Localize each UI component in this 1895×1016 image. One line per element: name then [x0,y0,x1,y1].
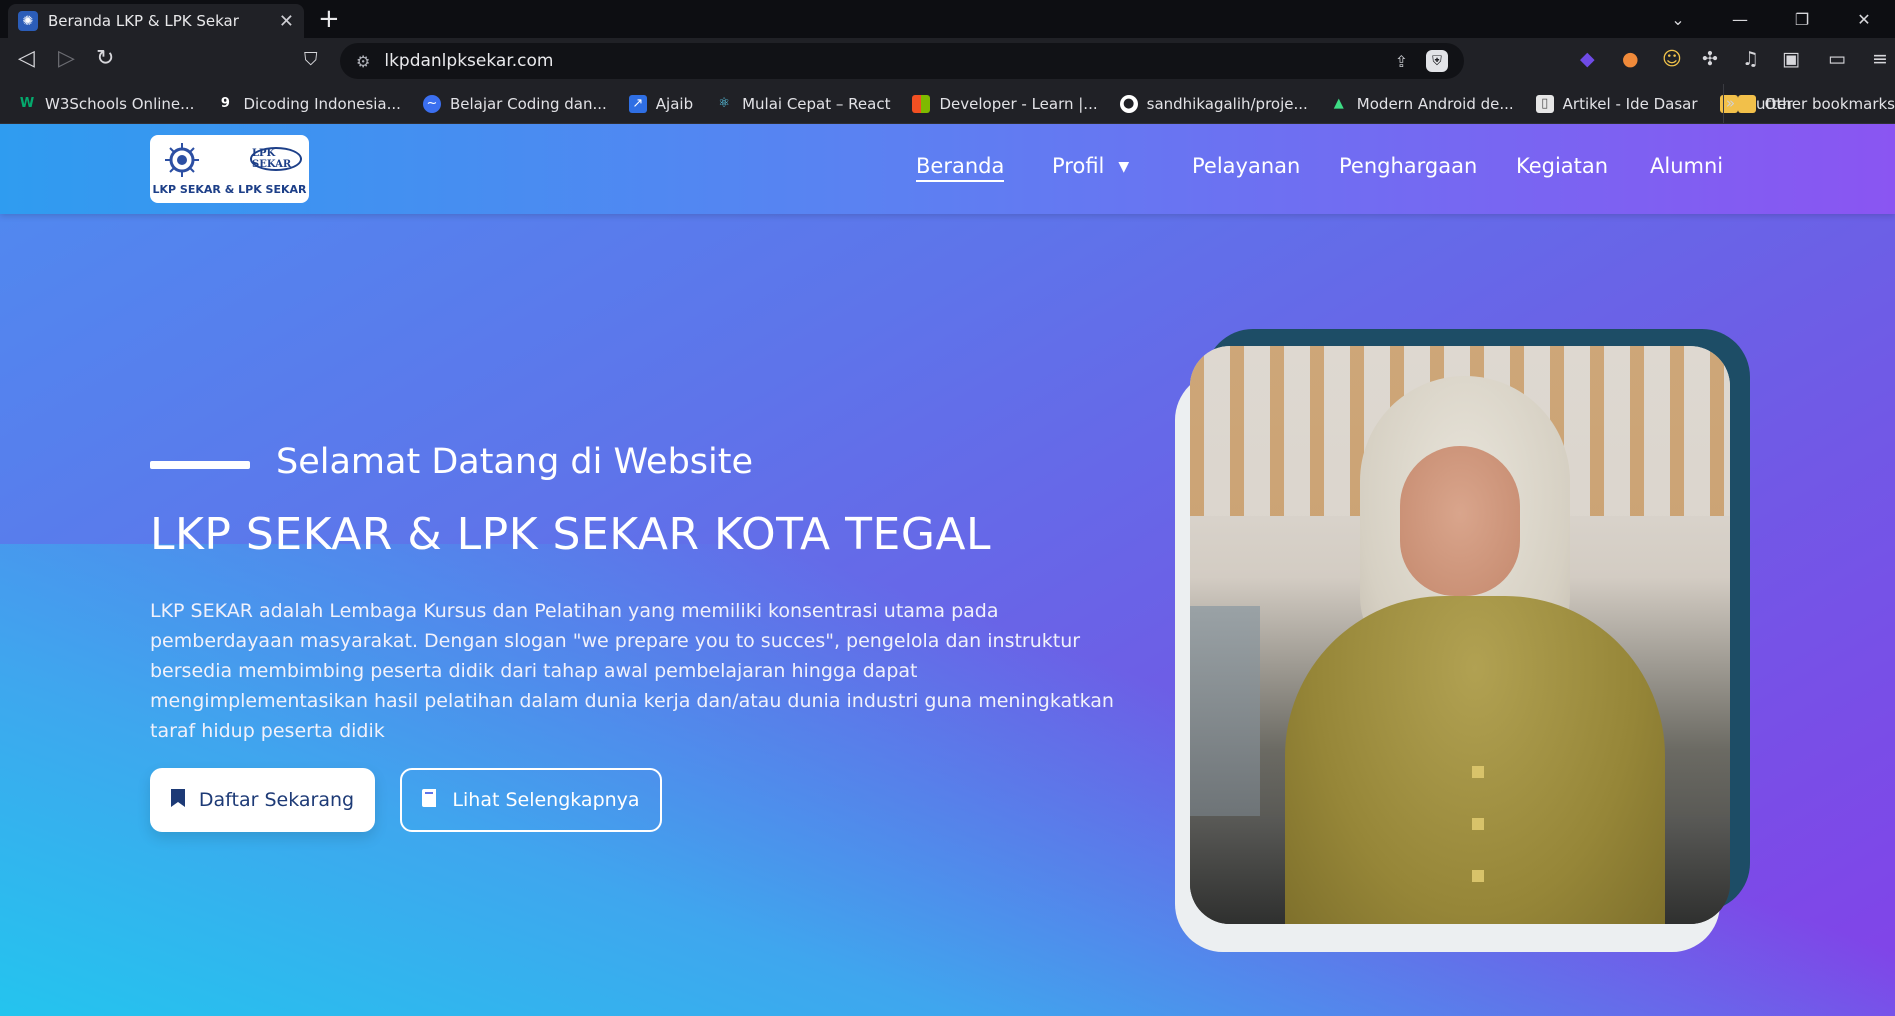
share-icon[interactable]: ⇪ [1395,52,1408,71]
site-logo[interactable]: LPK SEKAR LKP SEKAR & LPK SEKAR [150,135,309,203]
reload-icon[interactable]: ↻ [96,46,114,71]
react-icon: ⚛ [718,96,730,111]
nav-kegiatan[interactable]: Kegiatan [1516,154,1608,178]
skr-emblem-icon [165,143,199,177]
address-bar[interactable]: ⚙ lkpdanlpksekar.com ⇪ ⛨ [340,43,1464,79]
codepolitan-icon: ~ [422,94,441,113]
site-navbar: LPK SEKAR LKP SEKAR & LPK SEKAR Beranda … [0,124,1895,214]
forward-icon[interactable]: ▷ [58,46,75,71]
extensions-puzzle-icon[interactable]: ✣ [1702,48,1718,70]
folder-icon [1737,95,1756,113]
bookmark-label: sandhikagalih/proje... [1146,94,1308,113]
close-tab-icon[interactable]: ✕ [279,11,294,32]
bookmark-item[interactable]: ▲ Modern Android de... [1330,95,1514,113]
nav-pelayanan[interactable]: Pelayanan [1192,154,1300,178]
site-info-icon[interactable]: ⚙ [356,52,370,71]
menu-icon[interactable]: ≡ [1872,48,1888,70]
bookmark-item[interactable]: W W3Schools Online... [18,94,195,113]
photo-person-face [1400,446,1520,596]
bookmark-label: W3Schools Online... [45,94,195,113]
photo-uniform-buttons [1472,726,1484,906]
extension-fox-icon[interactable]: ● [1622,48,1639,70]
lihat-selengkapnya-button[interactable]: Lihat Selengkapnya [400,768,662,832]
bookmark-item[interactable]: ▯ Artikel - Ide Dasar [1535,94,1698,113]
restore-icon[interactable]: ❐ [1771,10,1833,29]
lihat-selengkapnya-label: Lihat Selengkapnya [452,789,640,811]
bookmark-item[interactable]: ↗ Ajaib [628,94,694,113]
bookmark-label: Belajar Coding dan... [449,94,607,113]
bookmark-item[interactable]: 9 Dicoding Indonesia... [216,94,401,113]
back-icon[interactable]: ◁ [18,46,35,71]
new-tab-icon[interactable]: + [318,4,340,34]
w3schools-icon: W [19,96,35,111]
site-favicon-icon: ✺ [18,11,38,31]
bookmarks-bar: W W3Schools Online... 9 Dicoding Indonesia… [0,84,1895,124]
bookmark-item[interactable]: ~ Belajar Coding dan... [422,94,607,113]
book-icon [422,788,438,812]
nav-alumni[interactable]: Alumni [1650,154,1723,178]
nav-profil[interactable]: Profil ▼ [1052,154,1129,178]
bookmark-icon [170,788,185,812]
wallet-icon[interactable]: ▭ [1828,48,1846,70]
daftar-sekarang-button[interactable]: Daftar Sekarang [150,768,375,832]
lpk-badge: LPK SEKAR [250,147,302,171]
bookmark-label: Developer - Learn |... [939,94,1098,113]
bookmark-page-icon[interactable]: ⛉ [304,49,318,70]
bookmark-label: Mulai Cepat – React [742,94,891,113]
minimize-icon[interactable]: — [1709,10,1771,29]
other-bookmarks-label: Other bookmarks [1764,95,1895,113]
extension-wallet-icon[interactable]: ◆ [1580,48,1595,70]
nav-profil-label: Profil [1052,154,1105,178]
browser-tab-active[interactable]: ✺ Beranda LKP & LPK Sekar ✕ [8,4,304,38]
window-controls: ⌄ — ❐ ✕ [1647,0,1895,38]
microsoft-icon [912,94,931,113]
article-icon: ▯ [1535,94,1554,113]
chevron-down-icon: ▼ [1118,159,1130,175]
close-window-icon[interactable]: ✕ [1833,10,1895,29]
other-bookmarks[interactable]: Other bookmarks [1722,84,1895,123]
website-viewport: LPK SEKAR LKP SEKAR & LPK SEKAR Beranda … [0,124,1895,1016]
bookmark-item[interactable]: ⚛ Mulai Cepat – React [715,95,890,113]
nav-penghargaan[interactable]: Penghargaan [1339,154,1477,178]
browser-toolbar: ◁ ▷ ↻ ⛉ ⚙ lkpdanlpksekar.com ⇪ ⛨ ◆ ● ☺ ✣… [0,38,1895,84]
bookmark-item[interactable]: ● sandhikagalih/proje... [1119,94,1308,113]
ajaib-icon: ↗ [628,94,647,113]
bookmark-label: Artikel - Ide Dasar [1562,94,1698,113]
browser-tab-bar: ✺ Beranda LKP & LPK Sekar ✕ + ⌄ — ❐ ✕ [0,0,1895,38]
hero-title: LKP SEKAR & LPK SEKAR KOTA TEGAL [150,509,992,560]
brave-shield-icon[interactable]: ⛨ [1426,50,1448,72]
bookmark-label: Modern Android de... [1356,94,1514,113]
url-text[interactable]: lkpdanlpksekar.com [384,51,1394,71]
media-icon[interactable]: ♫ [1742,48,1759,70]
bookmark-item[interactable]: Developer - Learn |... [912,94,1098,113]
sidebar-icon[interactable]: ▣ [1782,48,1800,70]
hero-description: LKP SEKAR adalah Lembaga Kursus dan Pela… [150,600,1114,742]
logo-text: LKP SEKAR & LPK SEKAR [152,183,307,196]
dicoding-icon: 9 [220,96,230,111]
bookmark-label: Ajaib [655,94,694,113]
tab-title: Beranda LKP & LPK Sekar [48,12,239,30]
github-icon: ● [1119,94,1138,113]
android-icon: ▲ [1333,96,1344,111]
daftar-sekarang-label: Daftar Sekarang [198,789,355,811]
extension-smile-icon[interactable]: ☺ [1662,48,1682,70]
hero-photo [1190,346,1730,924]
hero-welcome: Selamat Datang di Website [276,442,753,482]
hero-accent-line [150,461,250,469]
nav-beranda[interactable]: Beranda [916,154,1005,182]
bookmark-label: Dicoding Indonesia... [243,94,401,113]
tab-search-icon[interactable]: ⌄ [1647,10,1709,29]
